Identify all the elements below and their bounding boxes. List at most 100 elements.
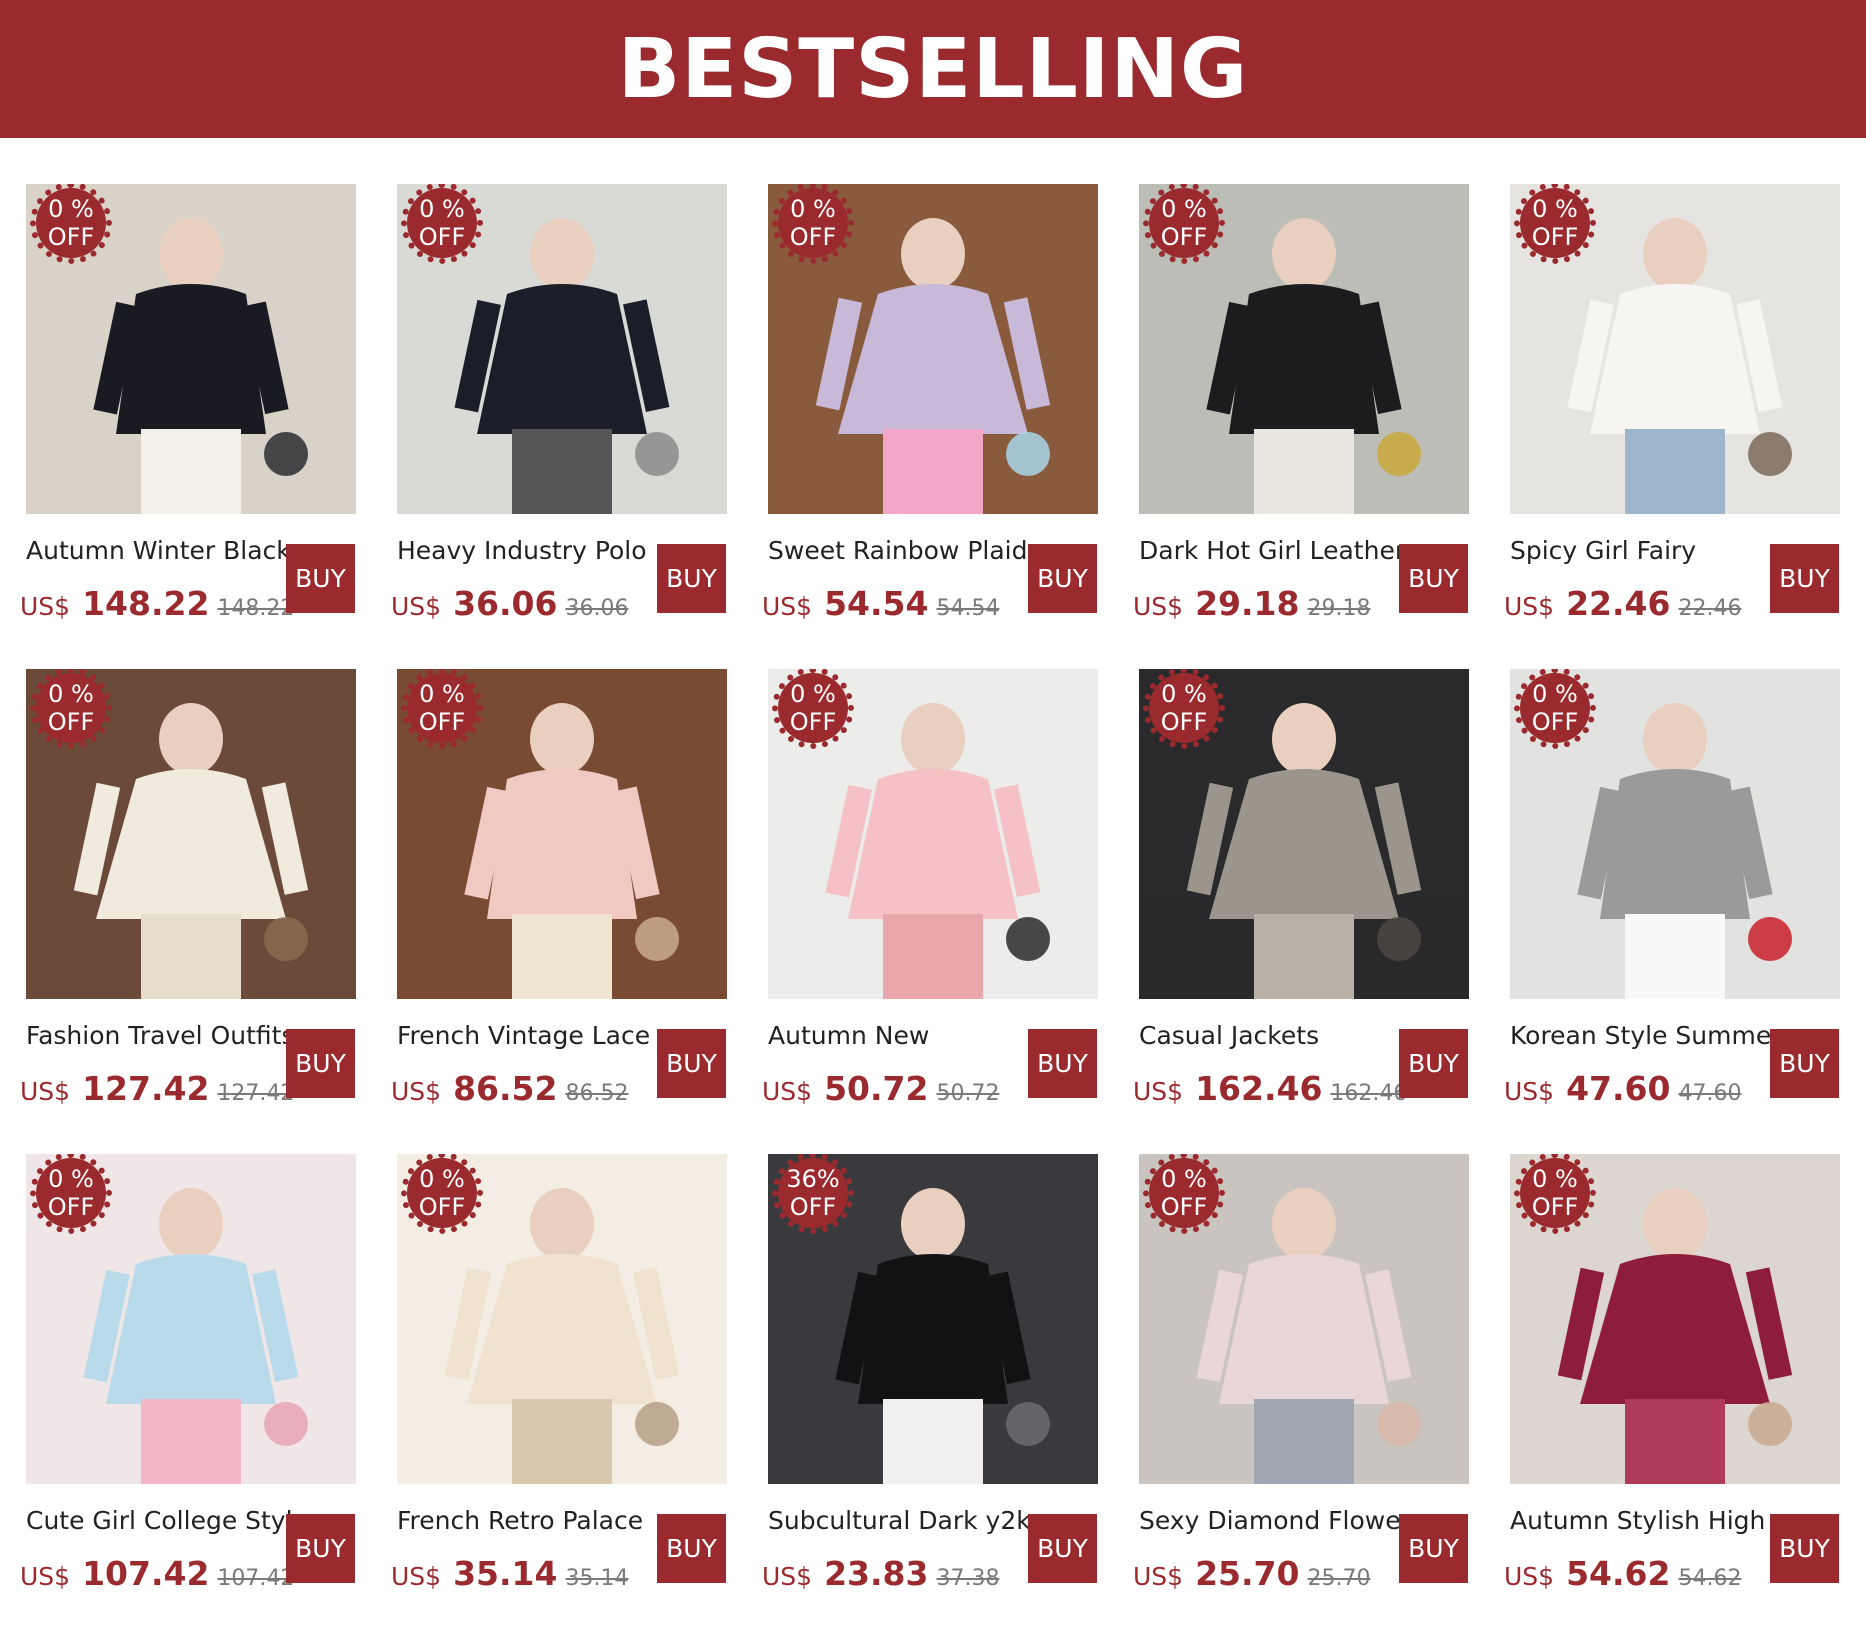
product-image[interactable]: 0 % OFF <box>397 184 727 514</box>
product-image[interactable]: 0 % OFF <box>397 669 727 999</box>
product-image[interactable]: 0 % OFF <box>397 1154 727 1484</box>
buy-button[interactable]: BUY <box>1028 544 1097 613</box>
buy-button[interactable]: BUY <box>1770 1029 1839 1098</box>
discount-percent: 36% <box>786 1165 840 1193</box>
buy-button[interactable]: BUY <box>286 544 355 613</box>
product-title[interactable]: Korean Style Summer <box>1510 1021 1780 1050</box>
discount-percent: 0 % <box>790 195 836 223</box>
product-image[interactable]: 0 % OFF <box>1139 669 1469 999</box>
product-card[interactable]: 0 % OFF Heavy Industry Polo US$ 36.06 36.06 BU… <box>389 184 761 634</box>
original-price: 86.52 <box>565 1081 629 1106</box>
product-card[interactable]: 0 % OFF Autumn Winter Black US$ 148.22 148.22… <box>18 184 390 634</box>
price-row: US$ 29.18 29.18 <box>1133 584 1433 628</box>
product-title[interactable]: Dark Hot Girl Leather <box>1139 536 1409 565</box>
currency-label: US$ <box>1133 1077 1184 1106</box>
currency-label: US$ <box>762 1562 813 1591</box>
discount-badge: 0 % OFF <box>1514 669 1596 749</box>
product-title[interactable]: Spicy Girl Fairy <box>1510 536 1780 565</box>
original-price: 127.42 <box>217 1081 295 1106</box>
product-title[interactable]: Autumn New <box>768 1021 1038 1050</box>
product-title[interactable]: Autumn Winter Black <box>26 536 296 565</box>
discount-off-label: OFF <box>1160 223 1208 251</box>
product-card[interactable]: 0 % OFF Dark Hot Girl Leather US$ 29.18 29.18… <box>1131 184 1503 634</box>
original-price: 50.72 <box>936 1081 1000 1106</box>
price-row: US$ 50.72 50.72 <box>762 1069 1062 1113</box>
product-image[interactable]: 36% OFF <box>768 1154 1098 1484</box>
price-row: US$ 35.14 35.14 <box>391 1554 691 1598</box>
product-card[interactable]: 0 % OFF Cute Girl College Style US$ 107.42 10… <box>18 1154 390 1604</box>
buy-button[interactable]: BUY <box>1399 1029 1468 1098</box>
original-price: 37.38 <box>936 1566 1000 1591</box>
product-image[interactable]: 0 % OFF <box>1139 184 1469 514</box>
product-image[interactable]: 0 % OFF <box>1510 184 1840 514</box>
product-card[interactable]: 0 % OFF Korean Style Summer US$ 47.60 47.60 BU… <box>1502 669 1866 1119</box>
currency-label: US$ <box>20 1077 71 1106</box>
discount-badge: 0 % OFF <box>401 1154 483 1234</box>
product-image[interactable]: 0 % OFF <box>1510 1154 1840 1484</box>
buy-button[interactable]: BUY <box>1399 544 1468 613</box>
product-card[interactable]: 0 % OFF French Retro Palace US$ 35.14 35.14 BU… <box>389 1154 761 1604</box>
product-image[interactable]: 0 % OFF <box>1510 669 1840 999</box>
discount-badge: 0 % OFF <box>30 669 112 749</box>
product-title[interactable]: Sweet Rainbow Plaid <box>768 536 1038 565</box>
buy-button[interactable]: BUY <box>1028 1029 1097 1098</box>
discount-percent: 0 % <box>419 1165 465 1193</box>
product-title[interactable]: Subcultural Dark y2k <box>768 1506 1038 1535</box>
product-card[interactable]: 0 % OFF Autumn New US$ 50.72 50.72 BUY <box>760 669 1132 1119</box>
product-image[interactable]: 0 % OFF <box>26 669 356 999</box>
product-card[interactable]: 36% OFF Subcultural Dark y2k US$ 23.83 37.38 B… <box>760 1154 1132 1604</box>
sale-price: 54.62 <box>1566 1554 1671 1593</box>
discount-off-label: OFF <box>1531 708 1579 736</box>
product-card[interactable]: 0 % OFF Fashion Travel Outfits US$ 127.42 127… <box>18 669 390 1119</box>
product-title[interactable]: Casual Jackets <box>1139 1021 1409 1050</box>
product-title[interactable]: French Vintage Lace <box>397 1021 667 1050</box>
buy-button[interactable]: BUY <box>657 544 726 613</box>
product-image[interactable]: 0 % OFF <box>768 184 1098 514</box>
product-title[interactable]: Cute Girl College Style <box>26 1506 296 1535</box>
product-image[interactable]: 0 % OFF <box>26 184 356 514</box>
product-card[interactable]: 0 % OFF Autumn Stylish High US$ 54.62 54.62 BU… <box>1502 1154 1866 1604</box>
sale-price: 25.70 <box>1195 1554 1300 1593</box>
buy-button[interactable]: BUY <box>1399 1514 1468 1583</box>
product-card[interactable]: 0 % OFF Casual Jackets US$ 162.46 162.46 BUY <box>1131 669 1503 1119</box>
buy-button[interactable]: BUY <box>286 1514 355 1583</box>
discount-badge: 36% OFF <box>772 1154 854 1234</box>
price-row: US$ 36.06 36.06 <box>391 584 691 628</box>
discount-badge: 0 % OFF <box>1143 1154 1225 1234</box>
discount-off-label: OFF <box>418 1193 466 1221</box>
product-title[interactable]: Heavy Industry Polo <box>397 536 667 565</box>
sale-price: 148.22 <box>82 584 210 623</box>
sale-price: 35.14 <box>453 1554 558 1593</box>
product-card[interactable]: 0 % OFF French Vintage Lace US$ 86.52 86.52 BU… <box>389 669 761 1119</box>
discount-off-label: OFF <box>1531 223 1579 251</box>
product-title[interactable]: Sexy Diamond Flower <box>1139 1506 1409 1535</box>
discount-off-label: OFF <box>1160 1193 1208 1221</box>
buy-button[interactable]: BUY <box>286 1029 355 1098</box>
price-row: US$ 127.42 127.42 <box>20 1069 320 1113</box>
product-card[interactable]: 0 % OFF Spicy Girl Fairy US$ 22.46 22.46 BUY <box>1502 184 1866 634</box>
buy-button[interactable]: BUY <box>1028 1514 1097 1583</box>
discount-off-label: OFF <box>1531 1193 1579 1221</box>
discount-off-label: OFF <box>789 223 837 251</box>
buy-button[interactable]: BUY <box>1770 1514 1839 1583</box>
buy-button[interactable]: BUY <box>657 1029 726 1098</box>
currency-label: US$ <box>1133 1562 1184 1591</box>
product-image[interactable]: 0 % OFF <box>26 1154 356 1484</box>
original-price: 54.54 <box>936 596 1000 621</box>
product-image[interactable]: 0 % OFF <box>1139 1154 1469 1484</box>
discount-percent: 0 % <box>48 680 94 708</box>
product-title[interactable]: Fashion Travel Outfits <box>26 1021 296 1050</box>
sale-price: 50.72 <box>824 1069 929 1108</box>
product-image[interactable]: 0 % OFF <box>768 669 1098 999</box>
price-row: US$ 47.60 47.60 <box>1504 1069 1804 1113</box>
product-title[interactable]: French Retro Palace <box>397 1506 667 1535</box>
price-row: US$ 25.70 25.70 <box>1133 1554 1433 1598</box>
buy-button[interactable]: BUY <box>1770 544 1839 613</box>
product-card[interactable]: 0 % OFF Sexy Diamond Flower US$ 25.70 25.70 BU… <box>1131 1154 1503 1604</box>
price-row: US$ 162.46 162.46 <box>1133 1069 1433 1113</box>
buy-button[interactable]: BUY <box>657 1514 726 1583</box>
product-title[interactable]: Autumn Stylish High <box>1510 1506 1780 1535</box>
discount-off-label: OFF <box>418 708 466 736</box>
discount-badge: 0 % OFF <box>30 184 112 264</box>
product-card[interactable]: 0 % OFF Sweet Rainbow Plaid US$ 54.54 54.54 BU… <box>760 184 1132 634</box>
